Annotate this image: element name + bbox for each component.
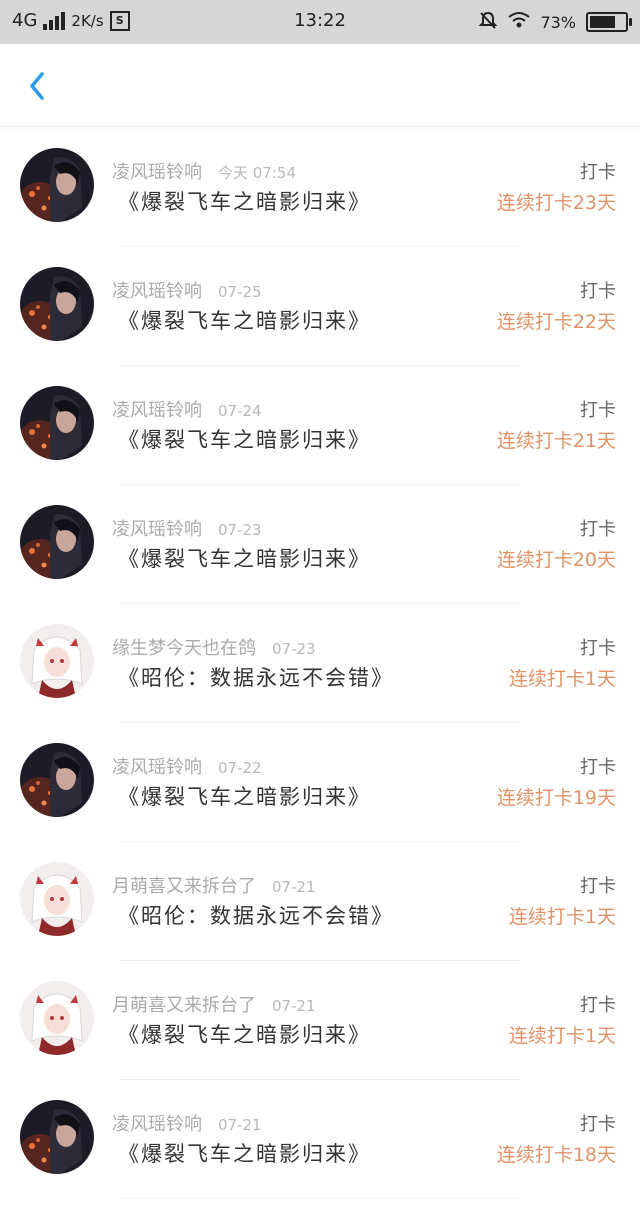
checkin-label: 打卡 [580, 638, 616, 659]
item-meta: 凌风瑶铃响 07-21 [112, 1110, 262, 1136]
item-meta: 凌风瑶铃响 07-23 [112, 515, 262, 541]
book-title: 《爆裂飞车之暗影归来》 [118, 190, 371, 214]
checkin-time: 07-23 [272, 640, 316, 658]
checkin-label: 打卡 [580, 519, 616, 540]
username: 月萌喜又来拆台了 [112, 876, 256, 897]
streak-text: 连续打卡19天 [496, 787, 616, 809]
avatar-image [20, 862, 94, 936]
checkin-label: 打卡 [580, 162, 616, 183]
user-avatar[interactable] [20, 624, 94, 698]
book-title: 《爆裂飞车之暗影归来》 [118, 785, 371, 809]
item-meta: 凌风瑶铃响 07-22 [112, 753, 262, 779]
avatar-image [20, 148, 94, 222]
checkin-item[interactable]: 凌风瑶铃响 07-24 《爆裂飞车之暗影归来》 打卡 连续打卡21天 [0, 366, 640, 485]
avatar-image [20, 505, 94, 579]
checkin-item[interactable]: 月萌喜又来拆台了 07-21 《昭伦：数据永远不会错》 打卡 连续打卡1天 [0, 842, 640, 961]
battery-percent: 73% [540, 12, 576, 32]
battery-icon [586, 12, 632, 32]
item-meta: 凌风瑶铃响 07-25 [112, 277, 262, 303]
checkin-label: 打卡 [580, 995, 616, 1016]
wifi-icon [508, 11, 531, 33]
checkin-item[interactable]: 凌风瑶铃响 07-21 《爆裂飞车之暗影归来》 打卡 连续打卡18天 [0, 1080, 640, 1199]
user-avatar[interactable] [20, 1100, 94, 1174]
streak-text: 连续打卡18天 [496, 1144, 616, 1166]
checkin-item[interactable]: 凌风瑶铃响 今天 07:54 《爆裂飞车之暗影归来》 打卡 连续打卡23天 [0, 128, 640, 247]
username: 凌风瑶铃响 [112, 162, 202, 183]
streak-text: 连续打卡1天 [508, 1025, 616, 1047]
checkin-label: 打卡 [580, 876, 616, 897]
checkin-item[interactable]: 凌风瑶铃响 07-23 《爆裂飞车之暗影归来》 打卡 连续打卡20天 [0, 485, 640, 604]
user-avatar[interactable] [20, 743, 94, 817]
user-avatar[interactable] [20, 148, 94, 222]
username: 凌风瑶铃响 [112, 281, 202, 302]
back-button[interactable] [20, 68, 56, 104]
avatar-image [20, 1100, 94, 1174]
avatar-image [20, 267, 94, 341]
streak-text: 连续打卡22天 [496, 311, 616, 333]
streak-text: 连续打卡20天 [496, 549, 616, 571]
username: 凌风瑶铃响 [112, 519, 202, 540]
book-title: 《爆裂飞车之暗影归来》 [118, 309, 371, 333]
user-avatar[interactable] [20, 981, 94, 1055]
book-title: 《爆裂飞车之暗影归来》 [118, 1023, 371, 1047]
checkin-label: 打卡 [580, 1114, 616, 1135]
book-title: 《昭伦：数据永远不会错》 [118, 904, 394, 928]
avatar-image [20, 743, 94, 817]
user-avatar[interactable] [20, 386, 94, 460]
item-meta: 凌风瑶铃响 07-24 [112, 396, 262, 422]
checkin-time: 07-24 [218, 402, 262, 420]
checkin-label: 打卡 [580, 757, 616, 778]
item-meta: 凌风瑶铃响 今天 07:54 [112, 158, 296, 184]
username: 凌风瑶铃响 [112, 400, 202, 421]
checkin-label: 打卡 [580, 281, 616, 302]
checkin-time: 07-21 [272, 997, 316, 1015]
mute-icon [478, 10, 498, 34]
chevron-left-icon [30, 72, 44, 100]
item-meta: 缘生梦今天也在鸽 07-23 [112, 634, 316, 660]
avatar-image [20, 624, 94, 698]
streak-text: 连续打卡23天 [496, 192, 616, 214]
book-title: 《爆裂飞车之暗影归来》 [118, 428, 371, 452]
checkin-time: 07-21 [272, 878, 316, 896]
avatar-image [20, 386, 94, 460]
checkin-item[interactable]: 月萌喜又来拆台了 07-21 《爆裂飞车之暗影归来》 打卡 连续打卡1天 [0, 961, 640, 1080]
top-nav-bar [0, 44, 640, 127]
username: 月萌喜又来拆台了 [112, 995, 256, 1016]
checkin-time: 07-23 [218, 521, 262, 539]
checkin-time: 今天 07:54 [218, 164, 296, 182]
username: 凌风瑶铃响 [112, 1114, 202, 1135]
checkin-time: 07-25 [218, 283, 262, 301]
user-avatar[interactable] [20, 267, 94, 341]
streak-text: 连续打卡21天 [496, 430, 616, 452]
user-avatar[interactable] [20, 505, 94, 579]
checkin-time: 07-21 [218, 1116, 262, 1134]
item-meta: 月萌喜又来拆台了 07-21 [112, 872, 316, 898]
checkin-item[interactable]: 缘生梦今天也在鸽 07-23 《昭伦：数据永远不会错》 打卡 连续打卡1天 [0, 604, 640, 723]
checkin-label: 打卡 [580, 400, 616, 421]
book-title: 《爆裂飞车之暗影归来》 [118, 1142, 371, 1166]
username: 凌风瑶铃响 [112, 757, 202, 778]
username: 缘生梦今天也在鸽 [112, 638, 256, 659]
checkin-item[interactable]: 凌风瑶铃响 07-22 《爆裂飞车之暗影归来》 打卡 连续打卡19天 [0, 723, 640, 842]
checkin-item[interactable]: 凌风瑶铃响 07-25 《爆裂飞车之暗影归来》 打卡 连续打卡22天 [0, 247, 640, 366]
checkin-list: 凌风瑶铃响 今天 07:54 《爆裂飞车之暗影归来》 打卡 连续打卡23天 凌风瑶… [0, 128, 640, 1199]
streak-text: 连续打卡1天 [508, 906, 616, 928]
status-right: 73% [478, 10, 632, 34]
item-meta: 月萌喜又来拆台了 07-21 [112, 991, 316, 1017]
status-bar: 4G 2K/s S 13:22 73% [0, 0, 640, 44]
streak-text: 连续打卡1天 [508, 668, 616, 690]
book-title: 《爆裂飞车之暗影归来》 [118, 547, 371, 571]
avatar-image [20, 981, 94, 1055]
user-avatar[interactable] [20, 862, 94, 936]
book-title: 《昭伦：数据永远不会错》 [118, 666, 394, 690]
checkin-time: 07-22 [218, 759, 262, 777]
divider [120, 1198, 520, 1199]
